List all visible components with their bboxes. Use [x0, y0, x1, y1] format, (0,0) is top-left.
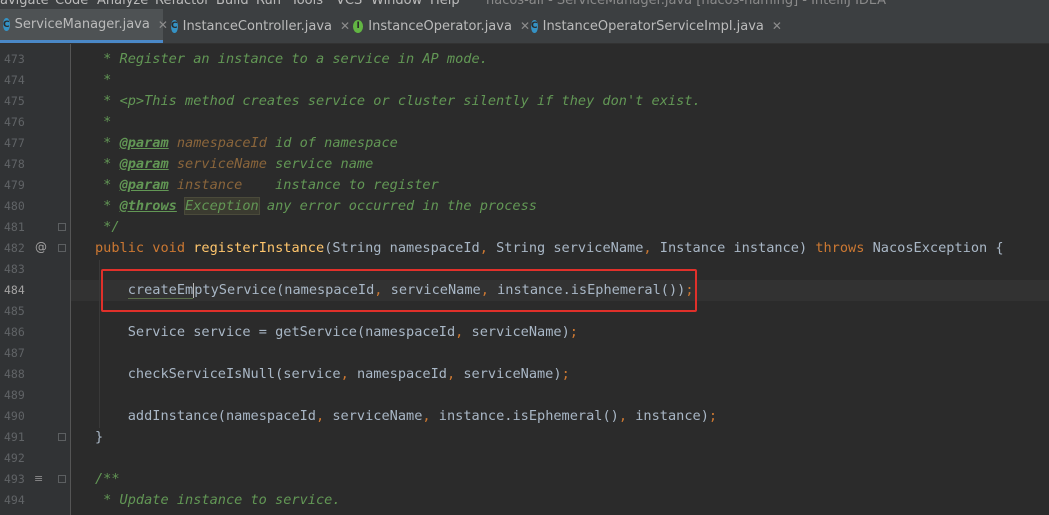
fold-marker-icon[interactable] — [58, 433, 66, 441]
line-number: 494 — [4, 493, 25, 507]
menu-analyze[interactable]: Analyze — [97, 0, 148, 8]
line-number: 492 — [4, 451, 25, 465]
line-number: 482 — [4, 241, 25, 255]
code-line[interactable]: addInstance(namespaceId, serviceName, in… — [95, 406, 717, 427]
line-number: 475 — [4, 94, 25, 108]
tab-label: InstanceOperator.java — [368, 18, 512, 34]
code-line[interactable]: * — [95, 112, 111, 133]
close-icon[interactable]: ✕ — [340, 19, 350, 33]
line-number: 493 — [4, 472, 25, 486]
menu-navigate[interactable]: avigate — [0, 0, 49, 8]
menu-vcs[interactable]: VCS — [336, 0, 362, 8]
tab-instance-operator[interactable]: I InstanceOperator.java ✕ — [350, 9, 530, 43]
line-number: 474 — [4, 73, 25, 87]
code-line[interactable]: * @param instance instance to register — [95, 175, 439, 196]
doc-lines-icon[interactable]: ≡ — [34, 472, 43, 485]
line-number: 483 — [4, 262, 25, 276]
menu-tools[interactable]: Tools — [291, 0, 323, 8]
line-number: 486 — [4, 325, 25, 339]
code-line[interactable]: * @throws Exception any error occurred i… — [95, 196, 537, 217]
code-line[interactable]: } — [95, 427, 103, 448]
fold-marker-icon[interactable] — [58, 223, 66, 231]
menu-refactor[interactable]: Refactor — [155, 0, 210, 8]
line-number: 490 — [4, 409, 25, 423]
menu-window[interactable]: Window — [371, 0, 422, 8]
code-line[interactable]: checkServiceIsNull(service, namespaceId,… — [95, 364, 570, 385]
line-number: 488 — [4, 367, 25, 381]
line-number: 489 — [4, 388, 25, 402]
fold-marker-icon[interactable] — [58, 244, 66, 252]
tab-label: ServiceManager.java — [14, 17, 150, 32]
class-icon: C — [3, 18, 10, 31]
menu-bar: avigate Code Analyze Refactor Build Run … — [0, 0, 1049, 9]
line-number: 473 — [4, 52, 25, 66]
code-line[interactable]: * — [95, 70, 111, 91]
menu-build[interactable]: Build — [216, 0, 249, 8]
code-line[interactable]: */ — [95, 217, 119, 238]
menu-code[interactable]: Code — [55, 0, 88, 8]
code-line[interactable]: * @param serviceName service name — [95, 154, 373, 175]
code-line[interactable]: * Update instance to service. — [95, 490, 340, 511]
menu-help[interactable]: Help — [430, 0, 460, 8]
class-icon: C — [531, 19, 538, 33]
red-highlight-box — [101, 269, 697, 312]
tab-service-manager[interactable]: C ServiceManager.java ✕ — [0, 9, 168, 43]
line-number: 487 — [4, 346, 25, 360]
code-line[interactable]: * <p>This method creates service or clus… — [95, 91, 700, 112]
line-number: 480 — [4, 199, 25, 213]
window-title: nacos-all - ServiceManager.java [nacos-n… — [486, 0, 887, 8]
line-number: 481 — [4, 220, 25, 234]
line-number: 478 — [4, 157, 25, 171]
code-line[interactable]: * @param namespaceId id of namespace — [95, 133, 398, 154]
line-number: 491 — [4, 430, 25, 444]
fold-marker-icon[interactable] — [58, 475, 66, 483]
class-icon: C — [171, 19, 178, 33]
code-line[interactable]: Service service = getService(namespaceId… — [95, 322, 578, 343]
line-number: 484 — [4, 283, 25, 297]
tab-instance-operator-service-impl[interactable]: C InstanceOperatorServiceImpl.java ✕ — [528, 9, 782, 43]
editor-tab-bar: C ServiceManager.java ✕ C InstanceContro… — [0, 9, 1049, 44]
close-icon[interactable]: ✕ — [772, 19, 782, 33]
line-number: 476 — [4, 115, 25, 129]
tab-label: InstanceOperatorServiceImpl.java — [542, 18, 764, 34]
line-number: 485 — [4, 304, 25, 318]
close-icon[interactable]: ✕ — [158, 18, 168, 32]
code-line[interactable]: public void registerInstance(String name… — [95, 238, 1004, 259]
override-at-icon[interactable]: @ — [35, 240, 47, 254]
tab-label: InstanceController.java — [182, 18, 333, 34]
menu-run[interactable]: Run — [256, 0, 281, 8]
code-line[interactable]: /** — [95, 469, 120, 490]
line-number: 477 — [4, 136, 25, 150]
interface-icon: I — [353, 19, 364, 33]
tab-instance-controller[interactable]: C InstanceController.java ✕ — [168, 9, 350, 43]
line-number: 479 — [4, 178, 25, 192]
code-line[interactable]: * Register an instance to a service in A… — [95, 49, 488, 70]
